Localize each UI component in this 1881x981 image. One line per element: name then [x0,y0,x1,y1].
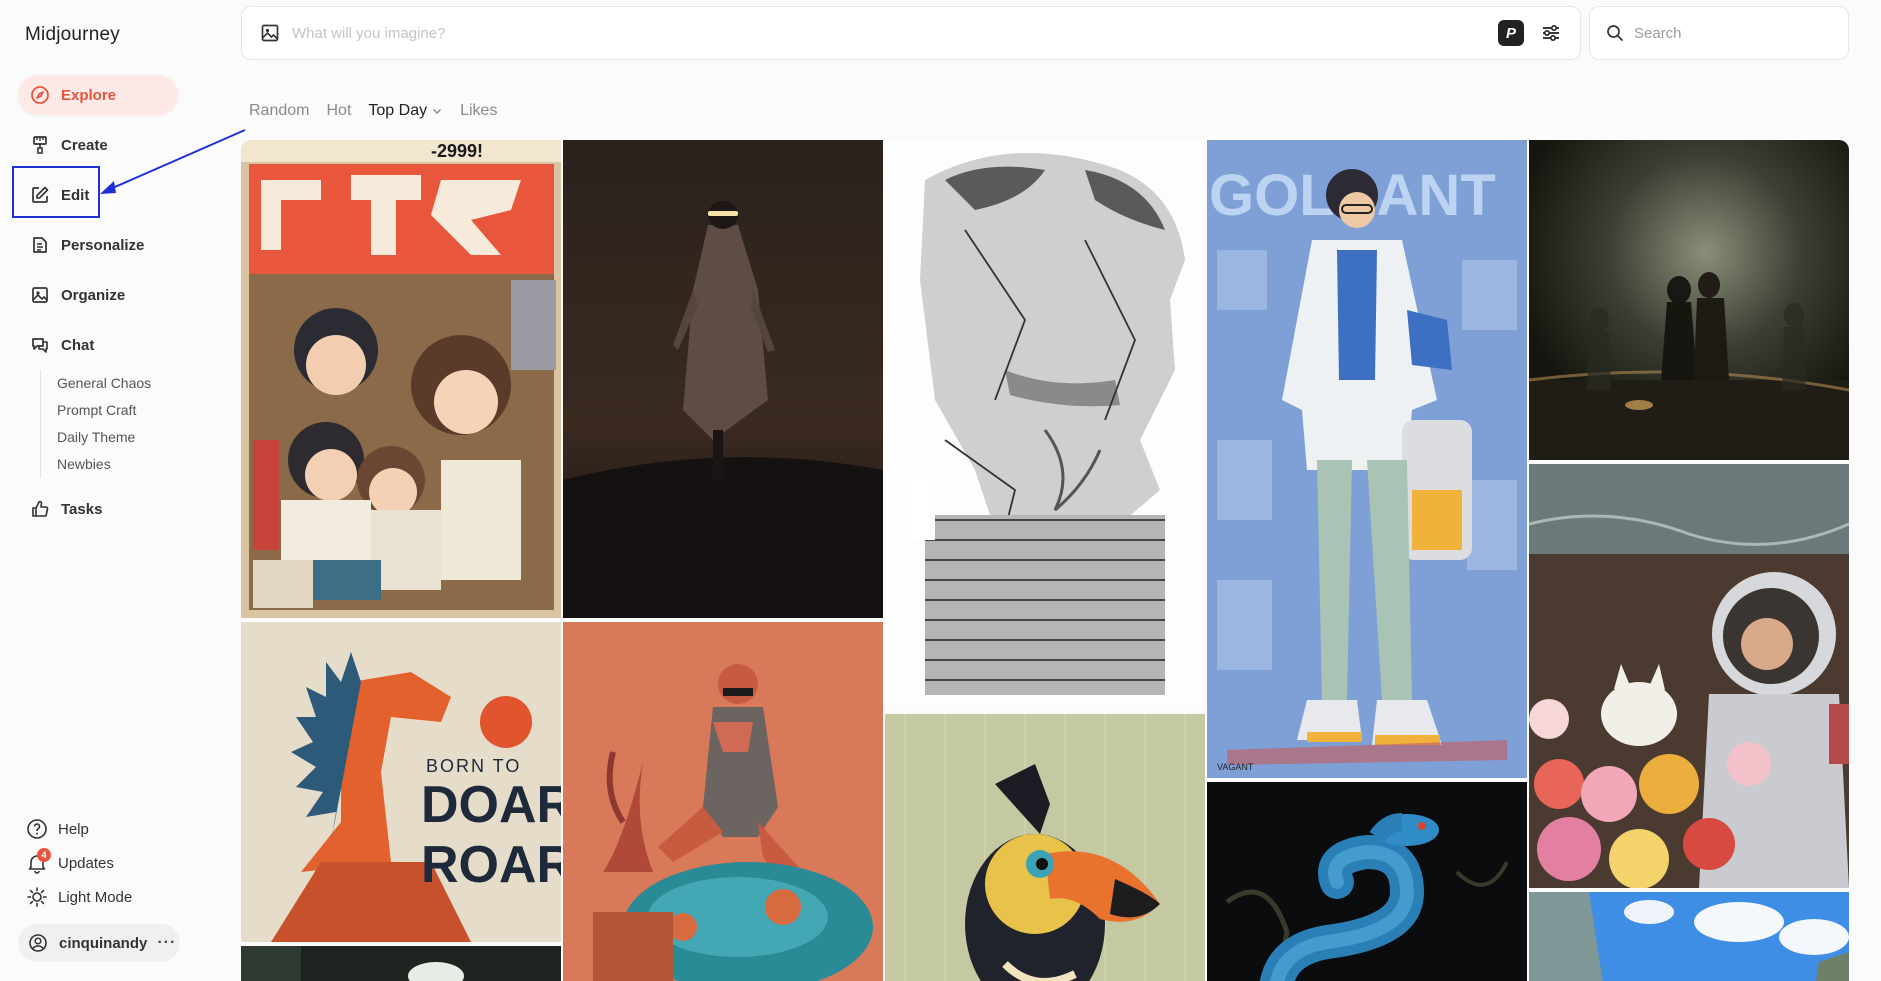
brand-logo[interactable]: Midjourney [25,24,120,46]
tab-random[interactable]: Random [249,102,309,120]
image-goldant-character-sheet[interactable]: GOLDANT VAGANT [1207,140,1527,778]
image-cracked-statue[interactable] [885,140,1205,710]
image-dark-lamp[interactable] [241,946,561,981]
help-link[interactable]: Help [25,814,89,844]
feed-tabs: Random Hot Top Day Likes [249,102,497,120]
light-mode-label: Light Mode [58,888,133,906]
nav-personalize-label: Personalize [61,236,145,254]
image-grid: -2999! BORN TO DOAR ROAR VAGANT [241,140,1849,981]
image-dancing-couple[interactable] [1529,140,1849,460]
updates-badge: 4 [37,848,51,862]
help-icon [25,817,49,841]
nav-create[interactable]: Create [18,125,108,165]
poster-header-text: -2999! [431,141,483,161]
image-man-on-beetle[interactable] [563,622,883,981]
chat-icon [28,333,52,357]
dino-line3: ROAR [421,836,561,894]
search-input[interactable] [1634,24,1834,42]
personalize-p-button[interactable]: P [1498,20,1524,46]
tab-top-day[interactable]: Top Day [368,102,443,120]
nav-organize[interactable]: Organize [18,275,125,315]
user-menu[interactable]: cinquinandy ··· [18,924,180,962]
nav-create-label: Create [61,136,108,154]
prompt-input[interactable] [292,24,1498,42]
channel-newbies[interactable]: Newbies [57,451,151,478]
chevron-down-icon [431,105,443,117]
highlight-box [12,166,100,218]
compass-icon [28,83,52,107]
thumbs-up-icon [28,497,52,521]
image-prompt-icon[interactable] [258,21,282,45]
image-anime-poster[interactable]: -2999! [241,140,561,618]
nav-explore[interactable]: Explore [18,75,178,115]
sun-icon [25,885,49,909]
search-icon [1604,22,1626,44]
search-bar [1589,6,1849,60]
nav-personalize[interactable]: Personalize [18,225,144,265]
nav-chat[interactable]: Chat [18,325,94,365]
updates-link[interactable]: 4 Updates [25,848,114,878]
dino-line2: DOAR [421,776,561,834]
image-icon [28,283,52,307]
bell-icon: 4 [25,848,51,875]
nav-explore-label: Explore [61,86,117,104]
image-sky-trees[interactable] [1529,892,1849,981]
channel-prompt-craft[interactable]: Prompt Craft [57,397,151,424]
sidebar: Midjourney Explore Create Edit Personali… [0,0,222,981]
channel-daily-theme[interactable]: Daily Theme [57,424,151,451]
image-blue-snake[interactable] [1207,782,1527,981]
more-options-icon[interactable]: ··· [157,934,176,952]
light-mode-toggle[interactable]: Light Mode [25,882,132,912]
nav-tasks[interactable]: Tasks [18,489,102,529]
goldant-signature: VAGANT [1217,762,1254,772]
tab-hot[interactable]: Hot [326,102,351,120]
image-dino-poster[interactable]: BORN TO DOAR ROAR [241,622,561,942]
dino-line1: BORN TO [426,756,521,776]
tab-likes[interactable]: Likes [460,102,497,120]
username: cinquinandy [59,934,148,952]
settings-sliders-icon[interactable] [1538,20,1564,46]
tab-top-day-label: Top Day [368,102,428,119]
nav-organize-label: Organize [61,286,126,304]
image-glowing-figure[interactable] [563,140,883,618]
user-avatar-icon [27,932,49,954]
chat-channel-list: General Chaos Prompt Craft Daily Theme N… [40,370,151,478]
brush-icon [28,133,52,157]
prompt-bar: P [241,6,1581,60]
personalize-icon [28,233,52,257]
nav-tasks-label: Tasks [61,500,103,518]
help-label: Help [58,820,89,838]
image-astronaut-cat[interactable] [1529,464,1849,888]
image-toucan[interactable] [885,714,1205,981]
app-root: Midjourney Explore Create Edit Personali… [0,0,1881,981]
updates-label: Updates [58,854,114,872]
channel-general-chaos[interactable]: General Chaos [57,370,151,397]
nav-chat-label: Chat [61,336,95,354]
